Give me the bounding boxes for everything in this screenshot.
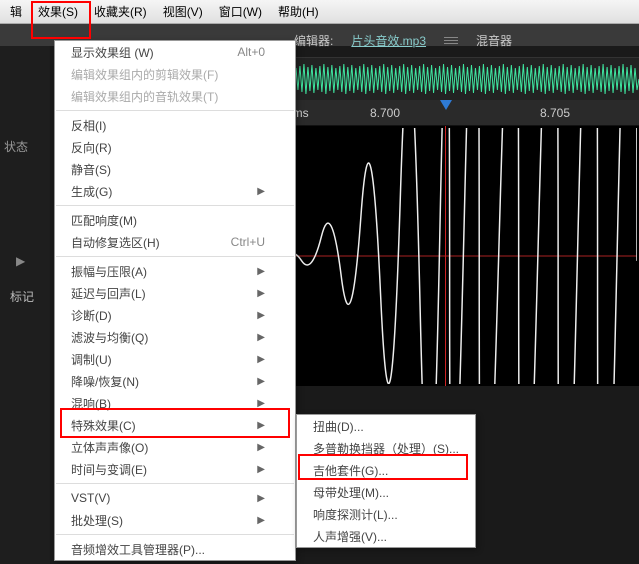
overview-waveform[interactable] [280,58,639,100]
special-effects-submenu: 扭曲(D)... 多普勒换挡器（处理）(S)... 吉他套件(G)... 母带处… [296,414,476,548]
mi-reverse[interactable]: 反向(R) [55,136,295,158]
main-waveform[interactable] [280,126,639,386]
chevron-right-icon: ▶ [257,398,265,409]
chevron-right-icon: ▶ [257,420,265,431]
mi-doppler[interactable]: 多普勒换挡器（处理）(S)... [297,437,475,459]
editor-label: 编辑器: [294,32,333,49]
mi-invert[interactable]: 反相(I) [55,114,295,136]
play-arrow-icon[interactable]: ▶ [16,254,25,268]
mi-diagnostics[interactable]: 诊断(D)▶ [55,304,295,326]
mi-noise-reduction[interactable]: 降噪/恢复(N)▶ [55,370,295,392]
chevron-right-icon: ▶ [257,186,265,197]
playhead-icon[interactable] [440,100,452,110]
menu-separator [56,483,294,484]
tab-mixer[interactable]: 混音器 [476,32,512,49]
menu-separator [56,534,294,535]
chevron-right-icon: ▶ [257,376,265,387]
chevron-right-icon: ▶ [257,515,265,526]
mi-guitar-suite[interactable]: 吉他套件(G)... [297,459,475,481]
left-sidebar: 状态 [0,46,50,564]
timeline-ruler[interactable]: hms 8.700 8.705 [280,100,639,126]
mi-time-pitch[interactable]: 时间与变调(E)▶ [55,458,295,480]
menu-separator [56,256,294,257]
mi-mastering[interactable]: 母带处理(M)... [297,481,475,503]
mi-generate[interactable]: 生成(G)▶ [55,180,295,202]
menu-help[interactable]: 帮助(H) [270,0,327,23]
mi-vocal-enhancer[interactable]: 人声增强(V)... [297,525,475,547]
effects-menu: 显示效果组 (W)Alt+0 编辑效果组内的剪辑效果(F) 编辑效果组内的音轨效… [54,40,296,561]
mi-vst[interactable]: VST(V)▶ [55,487,295,509]
marker-label: 标记 [10,288,34,305]
mi-plugin-manager[interactable]: 音频增效工具管理器(P)... [55,538,295,560]
editor-tabbar: 编辑器: 片头音效.mp3 混音器 [280,24,639,58]
mi-amplitude[interactable]: 振幅与压限(A)▶ [55,260,295,282]
hamburger-icon[interactable] [444,35,458,46]
mi-loudness-radar[interactable]: 响度探测计(L)... [297,503,475,525]
mi-modulation[interactable]: 调制(U)▶ [55,348,295,370]
mi-edit-clip-effects: 编辑效果组内的剪辑效果(F) [55,63,295,85]
menu-effects[interactable]: 效果(S) [30,0,86,23]
mi-match-loudness[interactable]: 匹配响度(M) [55,209,295,231]
chevron-right-icon: ▶ [257,493,265,504]
chevron-right-icon: ▶ [257,332,265,343]
chevron-right-icon: ▶ [257,310,265,321]
menu-separator [56,110,294,111]
menu-separator [56,205,294,206]
mi-delay-echo[interactable]: 延迟与回声(L)▶ [55,282,295,304]
mi-auto-heal[interactable]: 自动修复选区(H)Ctrl+U [55,231,295,253]
menu-favorites[interactable]: 收藏夹(R) [86,0,155,23]
mi-filter-eq[interactable]: 滤波与均衡(Q)▶ [55,326,295,348]
menu-view[interactable]: 视图(V) [155,0,211,23]
playhead-line [445,126,446,386]
editor-filename[interactable]: 片头音效.mp3 [351,32,426,49]
menu-window[interactable]: 窗口(W) [211,0,270,23]
mi-distortion[interactable]: 扭曲(D)... [297,415,475,437]
mi-stereo-imagery[interactable]: 立体声声像(O)▶ [55,436,295,458]
chevron-right-icon: ▶ [257,266,265,277]
mi-batch[interactable]: 批处理(S)▶ [55,509,295,531]
chevron-right-icon: ▶ [257,464,265,475]
chevron-right-icon: ▶ [257,354,265,365]
status-label: 状态 [0,134,50,159]
chevron-right-icon: ▶ [257,288,265,299]
menubar: 辑 效果(S) 收藏夹(R) 视图(V) 窗口(W) 帮助(H) [0,0,639,24]
mi-reverb[interactable]: 混响(B)▶ [55,392,295,414]
chevron-right-icon: ▶ [257,442,265,453]
mi-edit-track-effects: 编辑效果组内的音轨效果(T) [55,85,295,107]
ruler-tick: 8.700 [370,106,400,120]
menu-edit[interactable]: 辑 [2,0,30,23]
mi-silence[interactable]: 静音(S) [55,158,295,180]
mi-show-effect-rack[interactable]: 显示效果组 (W)Alt+0 [55,41,295,63]
ruler-tick: 8.705 [540,106,570,120]
mi-special-effects[interactable]: 特殊效果(C)▶ [55,414,295,436]
